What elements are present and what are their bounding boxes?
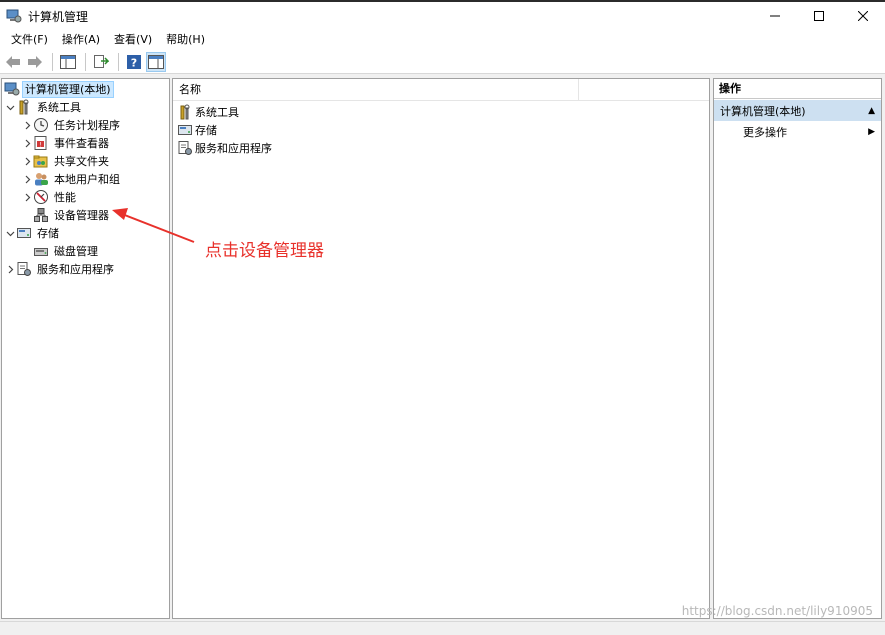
list-item[interactable]: 服务和应用程序 — [177, 139, 272, 157]
list-item[interactable]: 系统工具 — [177, 103, 239, 121]
chevron-right-icon[interactable] — [4, 263, 16, 275]
actions-header: 操作 — [714, 79, 881, 99]
tree-item-device-manager[interactable]: 设备管理器 — [21, 206, 112, 224]
menu-action[interactable]: 操作(A) — [55, 30, 107, 50]
column-header-extra[interactable] — [579, 79, 709, 101]
collapse-arrow-icon[interactable]: ▲ — [868, 106, 875, 116]
tree-item-services-apps[interactable]: 服务和应用程序 — [4, 260, 117, 278]
chevron-right-icon[interactable] — [21, 155, 33, 167]
console-tree[interactable]: 计算机管理(本地) 系统工具 任务计划程序 ! 事件查看器 共享文件夹 本地用户… — [1, 78, 170, 619]
maximize-button[interactable] — [797, 2, 841, 30]
export-list-icon[interactable] — [91, 52, 111, 72]
tree-item-label: 共享文件夹 — [54, 154, 109, 168]
more-actions-item[interactable]: 更多操作 ▶ — [714, 122, 881, 142]
tree-item-storage[interactable]: 存储 — [4, 224, 62, 242]
close-button[interactable] — [841, 2, 885, 30]
chevron-right-icon[interactable] — [21, 173, 33, 185]
toolbar-separator — [52, 52, 53, 71]
storage-icon — [177, 122, 193, 138]
annotation-arrow — [112, 208, 195, 243]
tree-item-label: 磁盘管理 — [54, 244, 98, 258]
back-arrow-icon[interactable] — [3, 52, 23, 72]
svg-text:?: ? — [131, 56, 137, 69]
chevron-right-icon[interactable] — [21, 137, 33, 149]
actions-pane: 操作 计算机管理(本地) ▲ 更多操作 ▶ — [713, 78, 882, 619]
list-item-label: 存储 — [195, 124, 217, 137]
more-actions-label: 更多操作 — [743, 126, 787, 139]
column-header-name[interactable]: 名称 — [173, 79, 579, 101]
title-bar: 计算机管理 — [0, 2, 885, 30]
status-bar — [0, 621, 885, 635]
tree-item-label: 计算机管理(本地) — [22, 80, 114, 98]
tree-item-event-viewer[interactable]: ! 事件查看器 — [21, 134, 112, 152]
show-hide-tree-icon[interactable] — [58, 52, 78, 72]
menu-help[interactable]: 帮助(H) — [159, 30, 212, 50]
tree-item-label: 性能 — [54, 190, 76, 204]
toolbar-separator — [85, 52, 86, 71]
chevron-down-icon[interactable] — [4, 101, 16, 113]
performance-icon — [33, 189, 49, 205]
event-viewer-icon: ! — [33, 135, 49, 151]
content-list[interactable]: 名称 系统工具 存储 服务和应用程序 — [172, 78, 710, 619]
minimize-button[interactable] — [753, 2, 797, 30]
tree-item-label: 存储 — [37, 226, 59, 240]
menu-file[interactable]: 文件(F) — [4, 30, 55, 50]
tree-item-label: 本地用户和组 — [54, 172, 120, 186]
task-scheduler-icon — [33, 117, 49, 133]
computer-management-icon — [4, 81, 20, 97]
computer-management-window: 计算机管理 文件(F) 操作(A) 查看(V) 帮助(H) ? 计算机管理(本地… — [0, 0, 885, 635]
list-item-label: 服务和应用程序 — [195, 142, 272, 155]
svg-text:!: ! — [39, 142, 41, 149]
computer-management-icon — [6, 8, 22, 24]
services-apps-icon — [177, 140, 193, 156]
chevron-down-icon[interactable] — [4, 227, 16, 239]
forward-arrow-icon[interactable] — [25, 52, 45, 72]
services-apps-icon — [16, 261, 32, 277]
annotation-text: 点击设备管理器 — [205, 241, 324, 261]
list-item-label: 系统工具 — [195, 106, 239, 119]
no-expander — [21, 209, 33, 221]
local-users-icon — [33, 171, 49, 187]
shared-folders-icon — [33, 153, 49, 169]
tree-item-label: 设备管理器 — [54, 208, 109, 222]
list-item[interactable]: 存储 — [177, 121, 217, 139]
help-icon[interactable]: ? — [124, 52, 144, 72]
system-tools-icon — [16, 99, 32, 115]
tree-item-local-users[interactable]: 本地用户和组 — [21, 170, 123, 188]
tree-item-system-tools[interactable]: 系统工具 — [4, 98, 84, 116]
storage-icon — [16, 225, 32, 241]
submenu-arrow-icon: ▶ — [868, 127, 875, 137]
tree-item-label: 任务计划程序 — [54, 118, 120, 132]
chevron-right-icon[interactable] — [21, 191, 33, 203]
device-manager-icon — [33, 207, 49, 223]
watermark: https://blog.csdn.net/lily910905 — [681, 604, 873, 618]
toolbar: ? — [0, 50, 885, 74]
actions-section-label: 计算机管理(本地) — [720, 104, 806, 118]
tree-item-performance[interactable]: 性能 — [21, 188, 79, 206]
tree-item-shared-folders[interactable]: 共享文件夹 — [21, 152, 112, 170]
tree-item-label: 服务和应用程序 — [37, 262, 114, 276]
tree-item-disk-management[interactable]: 磁盘管理 — [21, 242, 101, 260]
window-controls — [753, 2, 885, 30]
tree-item-label: 事件查看器 — [54, 136, 109, 150]
toolbar-separator — [118, 52, 119, 71]
disk-management-icon — [33, 243, 49, 259]
chevron-right-icon[interactable] — [21, 119, 33, 131]
system-tools-icon — [177, 104, 193, 120]
show-hide-action-pane-icon[interactable] — [146, 51, 166, 72]
actions-section-computer-management[interactable]: 计算机管理(本地) ▲ — [714, 100, 881, 121]
tree-item-label: 系统工具 — [37, 100, 81, 114]
menu-bar: 文件(F) 操作(A) 查看(V) 帮助(H) — [0, 30, 885, 50]
tree-item-computer-management[interactable]: 计算机管理(本地) — [4, 80, 114, 98]
tree-item-task-scheduler[interactable]: 任务计划程序 — [21, 116, 123, 134]
window-title: 计算机管理 — [28, 9, 89, 24]
no-expander — [21, 245, 33, 257]
list-header: 名称 — [173, 79, 709, 101]
menu-view[interactable]: 查看(V) — [107, 30, 159, 50]
